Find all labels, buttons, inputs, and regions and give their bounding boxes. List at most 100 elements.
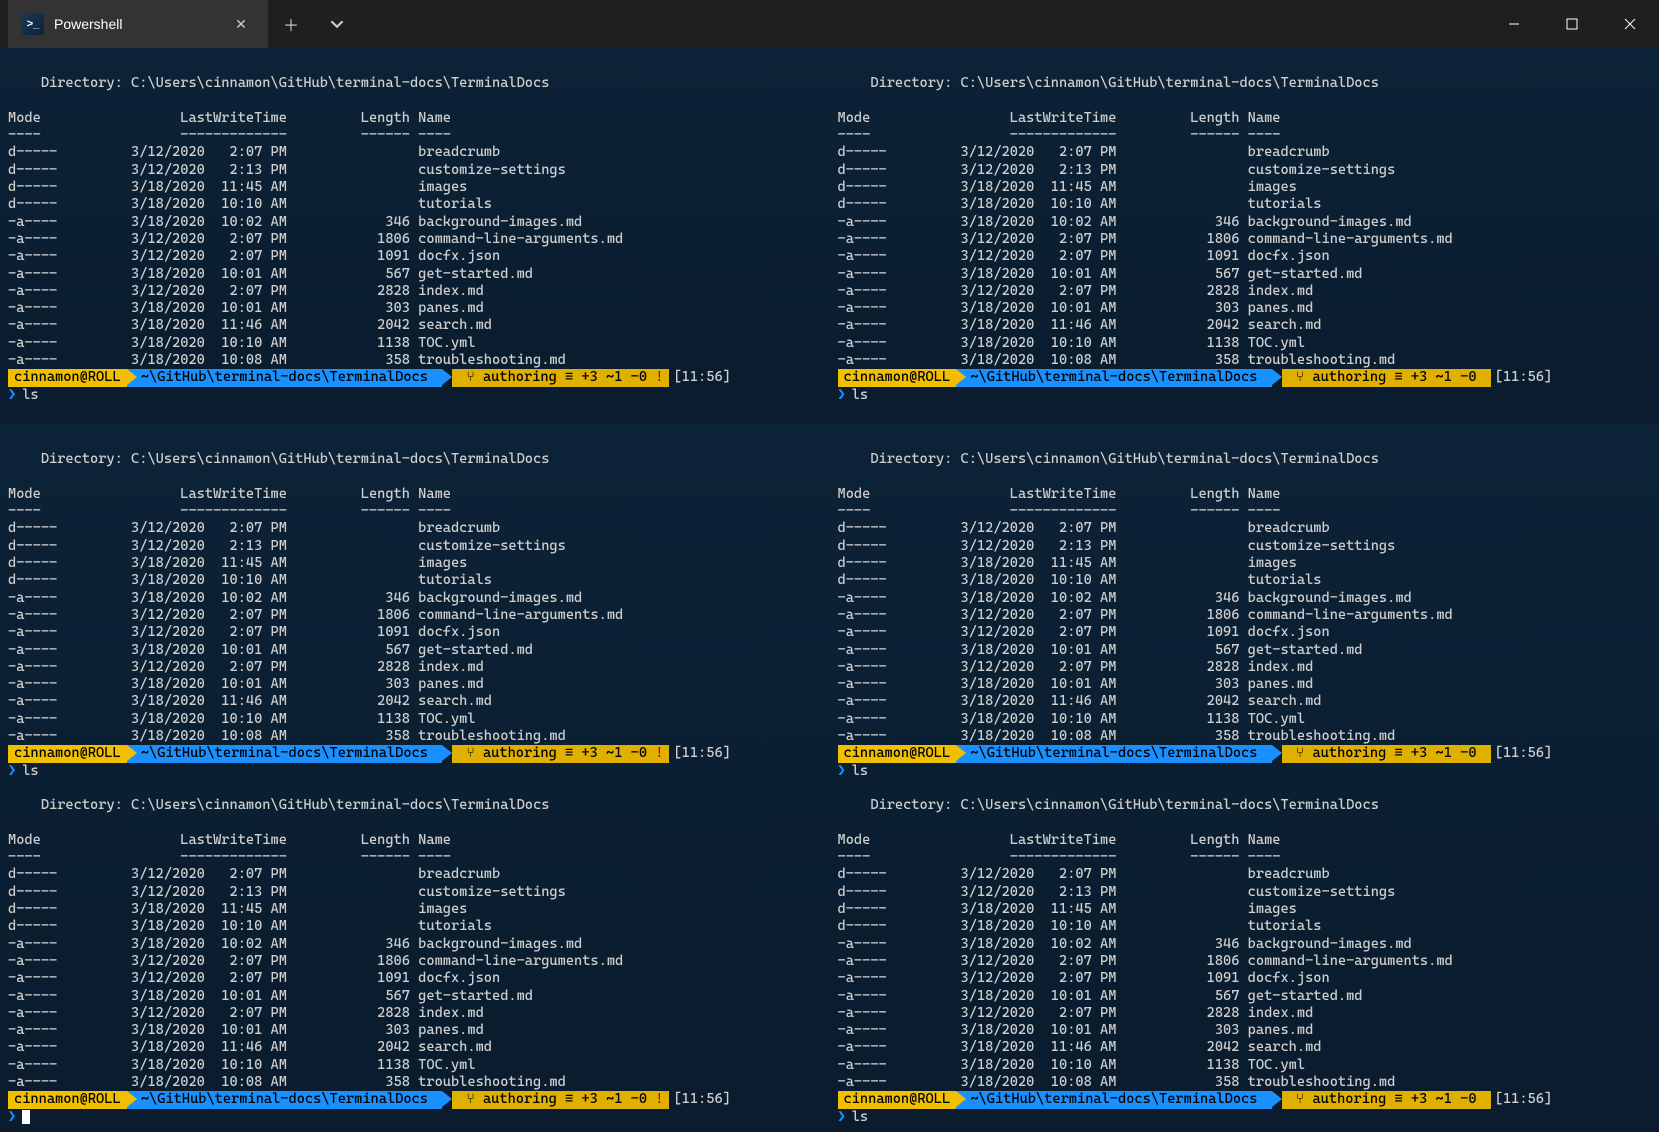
command-text: ls (852, 1109, 868, 1126)
listing-row: -a---- 3/12/2020 2:07 PM 2828 index.md (838, 283, 1652, 300)
listing-rule: ---- ------------- ------ ---- (8, 503, 822, 520)
prompt-userhost: cinnamon@ROLL (838, 1091, 957, 1108)
listing-row: -a---- 3/12/2020 2:07 PM 2828 index.md (8, 283, 822, 300)
listing-row: d----- 3/12/2020 2:13 PM customize-setti… (8, 884, 822, 901)
command-line[interactable]: ❯ls (838, 387, 1652, 404)
pane-bottom-right[interactable]: Directory: C:\Users\cinnamon\GitHub\term… (830, 424, 1659, 1132)
prompt-line: cinnamon@ROLL ~\GitHub\terminal-docs\Ter… (838, 745, 1652, 762)
listing-row: -a---- 3/18/2020 11:46 AM 2042 search.md (838, 317, 1652, 334)
listing-row: -a---- 3/18/2020 10:02 AM 346 background… (8, 214, 822, 231)
prompt-line: cinnamon@ROLL ~\GitHub\terminal-docs\Ter… (838, 1091, 1652, 1108)
listing-row: -a---- 3/18/2020 10:08 AM 358 troublesho… (838, 1074, 1652, 1091)
tab-powershell[interactable]: >_ Powershell ✕ (8, 0, 268, 48)
listing-header: Mode LastWriteTime Length Name (838, 110, 1652, 127)
listing-row: -a---- 3/18/2020 10:01 AM 303 panes.md (838, 676, 1652, 693)
command-text: ls (22, 387, 38, 404)
listing-row: -a---- 3/18/2020 10:10 AM 1138 TOC.yml (8, 335, 822, 352)
listing-row: -a---- 3/18/2020 10:01 AM 567 get-starte… (8, 988, 822, 1005)
listing-row: d----- 3/12/2020 2:07 PM breadcrumb (8, 144, 822, 161)
listing-row: -a---- 3/18/2020 10:10 AM 1138 TOC.yml (8, 1057, 822, 1074)
command-line[interactable]: ❯ls (838, 763, 1652, 780)
prompt-branch: ⑂ authoring ≡ +3 ~1 -0 (1282, 1091, 1491, 1108)
listing-header: Mode LastWriteTime Length Name (8, 832, 822, 849)
prompt-branch: ⑂ authoring ≡ +3 ~1 -0 ! (452, 1091, 669, 1108)
prompt-userhost: cinnamon@ROLL (838, 369, 957, 386)
chevron-down-icon (330, 17, 344, 31)
listing-row: -a---- 3/18/2020 10:10 AM 1138 TOC.yml (838, 711, 1652, 728)
close-window-button[interactable] (1601, 0, 1659, 48)
listing-row: d----- 3/18/2020 11:45 AM images (838, 901, 1652, 918)
command-line[interactable]: ❯ ls (838, 1109, 1652, 1126)
command-line[interactable]: ❯ (8, 1109, 822, 1126)
listing-row: d----- 3/12/2020 2:07 PM breadcrumb (8, 520, 822, 537)
prompt-chevron-icon: ❯ (838, 1109, 846, 1126)
listing-header: Mode LastWriteTime Length Name (8, 110, 822, 127)
powershell-icon: >_ (22, 13, 44, 35)
listing-row: d----- 3/18/2020 10:10 AM tutorials (8, 196, 822, 213)
listing-row: -a---- 3/12/2020 2:07 PM 1806 command-li… (8, 231, 822, 248)
listing-row: -a---- 3/18/2020 10:01 AM 303 panes.md (8, 1022, 822, 1039)
listing-row: -a---- 3/18/2020 10:01 AM 567 get-starte… (838, 266, 1652, 283)
prompt-chevron-icon: ❯ (8, 763, 16, 780)
directory-line: Directory: C:\Users\cinnamon\GitHub\term… (8, 75, 822, 92)
pane-grid: Directory: C:\Users\cinnamon\GitHub\term… (0, 48, 1659, 1132)
prompt-line: cinnamon@ROLL ~\GitHub\terminal-docs\Ter… (8, 745, 822, 762)
prompt-time: [11:56] (1491, 1091, 1558, 1108)
listing-row: -a---- 3/12/2020 2:07 PM 1091 docfx.json (8, 970, 822, 987)
minimize-button[interactable] (1485, 0, 1543, 48)
listing-row: -a---- 3/18/2020 10:08 AM 358 troublesho… (838, 728, 1652, 745)
prompt-userhost: cinnamon@ROLL (8, 745, 127, 762)
listing-row: d----- 3/18/2020 10:10 AM tutorials (838, 572, 1652, 589)
pane-top-right[interactable]: Directory: C:\Users\cinnamon\GitHub\term… (830, 48, 1659, 424)
listing-row: -a---- 3/18/2020 11:46 AM 2042 search.md (8, 693, 822, 710)
listing-row: d----- 3/18/2020 10:10 AM tutorials (8, 572, 822, 589)
prompt-branch: ⑂ authoring ≡ +3 ~1 -0 ! (452, 745, 669, 762)
prompt-userhost: cinnamon@ROLL (838, 745, 957, 762)
listing-row: d----- 3/18/2020 10:10 AM tutorials (838, 196, 1652, 213)
prompt-path: ~\GitHub\terminal-docs\TerminalDocs (127, 369, 443, 386)
listing-row: d----- 3/12/2020 2:07 PM breadcrumb (838, 866, 1652, 883)
listing-row: -a---- 3/18/2020 10:02 AM 346 background… (838, 214, 1652, 231)
listing-row: -a---- 3/18/2020 10:01 AM 303 panes.md (838, 300, 1652, 317)
listing-row: -a---- 3/12/2020 2:07 PM 1806 command-li… (8, 953, 822, 970)
listing-row: -a---- 3/18/2020 10:01 AM 567 get-starte… (8, 266, 822, 283)
listing-row: d----- 3/18/2020 11:45 AM images (838, 555, 1652, 572)
prompt-path: ~\GitHub\terminal-docs\TerminalDocs (956, 369, 1272, 386)
listing-row: -a---- 3/12/2020 2:07 PM 1091 docfx.json (8, 248, 822, 265)
prompt-line: cinnamon@ROLL ~\GitHub\terminal-docs\Ter… (8, 1091, 822, 1108)
close-tab-button[interactable]: ✕ (226, 9, 256, 39)
listing-row: d----- 3/18/2020 11:45 AM images (8, 555, 822, 572)
listing-row: -a---- 3/12/2020 2:07 PM 1091 docfx.json (8, 624, 822, 641)
command-text: ls (22, 763, 38, 780)
listing-row: d----- 3/18/2020 10:10 AM tutorials (8, 918, 822, 935)
listing-header: Mode LastWriteTime Length Name (838, 486, 1652, 503)
listing-row: -a---- 3/18/2020 10:01 AM 567 get-starte… (838, 988, 1652, 1005)
maximize-button[interactable] (1543, 0, 1601, 48)
listing-header: Mode LastWriteTime Length Name (8, 486, 822, 503)
command-line[interactable]: ❯ls (8, 387, 822, 404)
pane-bottom-left[interactable]: Directory: C:\Users\cinnamon\GitHub\term… (0, 424, 830, 1132)
listing-row: -a---- 3/18/2020 10:08 AM 358 troublesho… (8, 728, 822, 745)
command-line[interactable]: ❯ ls (8, 763, 822, 780)
pane-top-left[interactable]: Directory: C:\Users\cinnamon\GitHub\term… (0, 48, 830, 424)
listing-row: d----- 3/18/2020 11:45 AM images (8, 179, 822, 196)
listing-row: -a---- 3/18/2020 10:10 AM 1138 TOC.yml (838, 1057, 1652, 1074)
listing-row: -a---- 3/18/2020 10:01 AM 303 panes.md (8, 676, 822, 693)
listing-row: d----- 3/18/2020 11:45 AM images (8, 901, 822, 918)
listing-row: -a---- 3/18/2020 10:02 AM 346 background… (8, 936, 822, 953)
listing-row: -a---- 3/12/2020 2:07 PM 1091 docfx.json (838, 970, 1652, 987)
directory-line: Directory: C:\Users\cinnamon\GitHub\term… (838, 797, 1652, 814)
listing-row: d----- 3/12/2020 2:13 PM customize-setti… (838, 884, 1652, 901)
prompt-time: [11:56] (669, 745, 736, 762)
new-tab-button[interactable]: ＋ (268, 0, 314, 48)
listing-row: -a---- 3/12/2020 2:07 PM 2828 index.md (8, 659, 822, 676)
listing-row: d----- 3/12/2020 2:13 PM customize-setti… (8, 538, 822, 555)
tab-dropdown-button[interactable] (314, 0, 360, 48)
listing-row: -a---- 3/18/2020 10:01 AM 303 panes.md (838, 1022, 1652, 1039)
window-controls (1485, 0, 1659, 48)
listing-row: d----- 3/12/2020 2:13 PM customize-setti… (8, 162, 822, 179)
listing-row: -a---- 3/18/2020 10:01 AM 303 panes.md (8, 300, 822, 317)
listing-row: d----- 3/12/2020 2:07 PM breadcrumb (838, 520, 1652, 537)
prompt-path: ~\GitHub\terminal-docs\TerminalDocs (956, 1091, 1272, 1108)
prompt-chevron-icon: ❯ (838, 763, 846, 780)
